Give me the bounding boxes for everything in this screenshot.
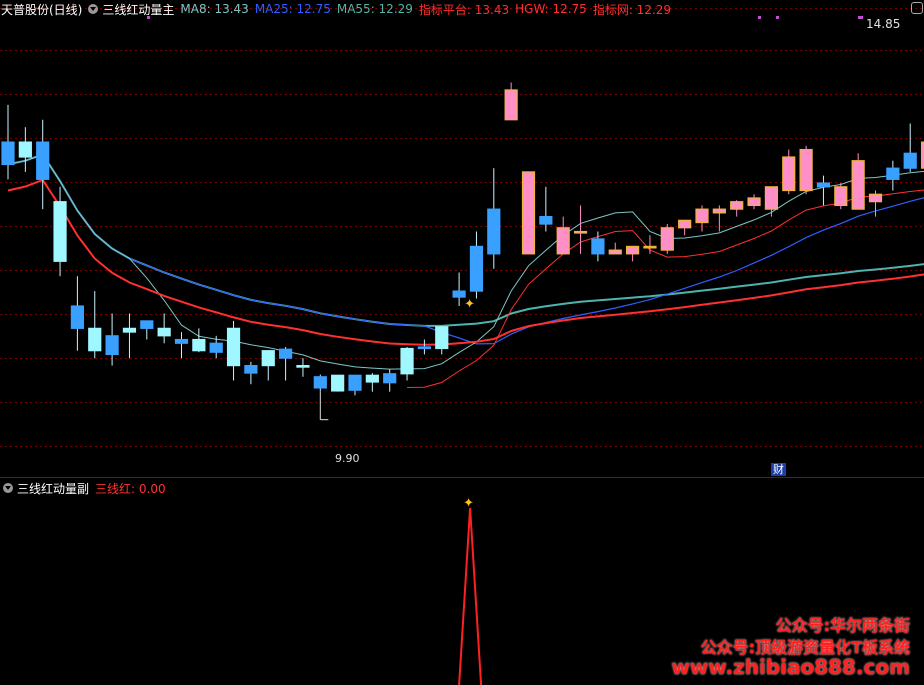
sub-signal-line [458,507,483,685]
watermark-line-1: 公众号:华尔两条街 [775,616,910,635]
candle-body [140,320,154,329]
legend-ma25: MA25: 12.75 [254,2,331,16]
edge-marker [776,16,779,19]
low-price-label: 9.90 [335,452,360,465]
candle-body [799,148,813,192]
candle-body [730,201,744,210]
candle-body [244,365,258,374]
watermark-line-3: www.zhibiao888.com [671,655,910,679]
candle-body [747,197,761,207]
candle-body [591,238,605,255]
sub-indicator-name[interactable]: 三线红动量副 [17,480,89,497]
candle-body [712,208,726,214]
high-price-label: 14.85 [866,17,901,31]
candle-body [192,338,206,352]
candle-body [678,219,692,229]
candle-body [435,326,449,350]
candle-body [157,327,171,337]
candle-body [660,227,674,251]
main-indicator-name[interactable]: 三线红动量主 [102,1,174,18]
candle-body [331,374,345,392]
legend-hgw: HGW: 12.75 [515,2,587,16]
legend-platform: 指标平台: 13.43 [418,2,510,17]
candle-body [400,347,414,375]
candle-body [539,216,553,225]
edge-marker [758,16,761,19]
candle-body [868,193,883,203]
candle-body [625,245,640,255]
candle-body [70,305,85,329]
candle-body [209,342,223,353]
candle-body [365,374,379,383]
sub-signal-butterfly-icon: ✦ [463,496,474,511]
finance-badge[interactable]: 财 [771,463,786,476]
candle-body [88,327,102,352]
candle-body [417,346,431,350]
sub-expand-icon[interactable] [3,483,13,493]
candle-body [383,373,397,384]
main-panel-header: 天普股份(日线) 三线红动量主 MA8: 13.43 MA25: 12.75 M… [0,0,677,18]
candle-body [279,348,293,359]
candle-body [226,327,241,367]
edge-marker [860,16,863,19]
legend-net: 指标网: 12.29 [592,2,672,17]
candle-body [122,327,137,333]
candle-body [469,245,484,292]
hgw-placeholder [8,161,598,388]
window-restore-icon[interactable] [911,2,923,14]
candle-body [695,208,709,224]
candle-body [643,245,657,249]
candle-body [504,89,518,121]
candle-body [18,141,32,158]
candle-body [105,335,119,356]
candle-body [573,230,588,234]
candle-body [834,186,848,207]
candle-body [608,249,622,255]
candlestick-chart[interactable]: ✦✦ [0,0,924,685]
candle-body [782,156,796,192]
legend-ma55: MA55: 12.29 [336,2,413,16]
candle-body [53,201,67,262]
candle-body [487,208,501,255]
candle-body [851,160,865,210]
candle-body [816,182,831,188]
candle-body [261,350,275,367]
candle-body [296,365,310,368]
candle-body [764,186,779,210]
candle-body [521,171,536,255]
stock-name: 天普股份(日线) [1,2,83,17]
net-line [7,178,924,346]
candle-body [36,141,50,180]
candle-body [313,376,327,389]
sub-indicator-value: 三线红: 0.00 [95,481,166,496]
candle-body [1,141,15,166]
sub-panel-header: 三线红动量副 三线红: 0.00 [0,479,172,497]
candle-body [556,227,570,255]
candle-body [903,152,917,169]
expand-icon[interactable] [88,4,99,14]
signal-butterfly-icon: ✦ [464,297,475,312]
candle-body [348,374,362,391]
candle-body [174,338,189,344]
chart-window: ✦ ✦ 天普股份(日线) 三线红动量主 MA8: 13.43 MA25: 12.7… [0,0,924,685]
legend-ma8: MA8: 13.43 [180,2,249,16]
candle-body [886,167,900,180]
